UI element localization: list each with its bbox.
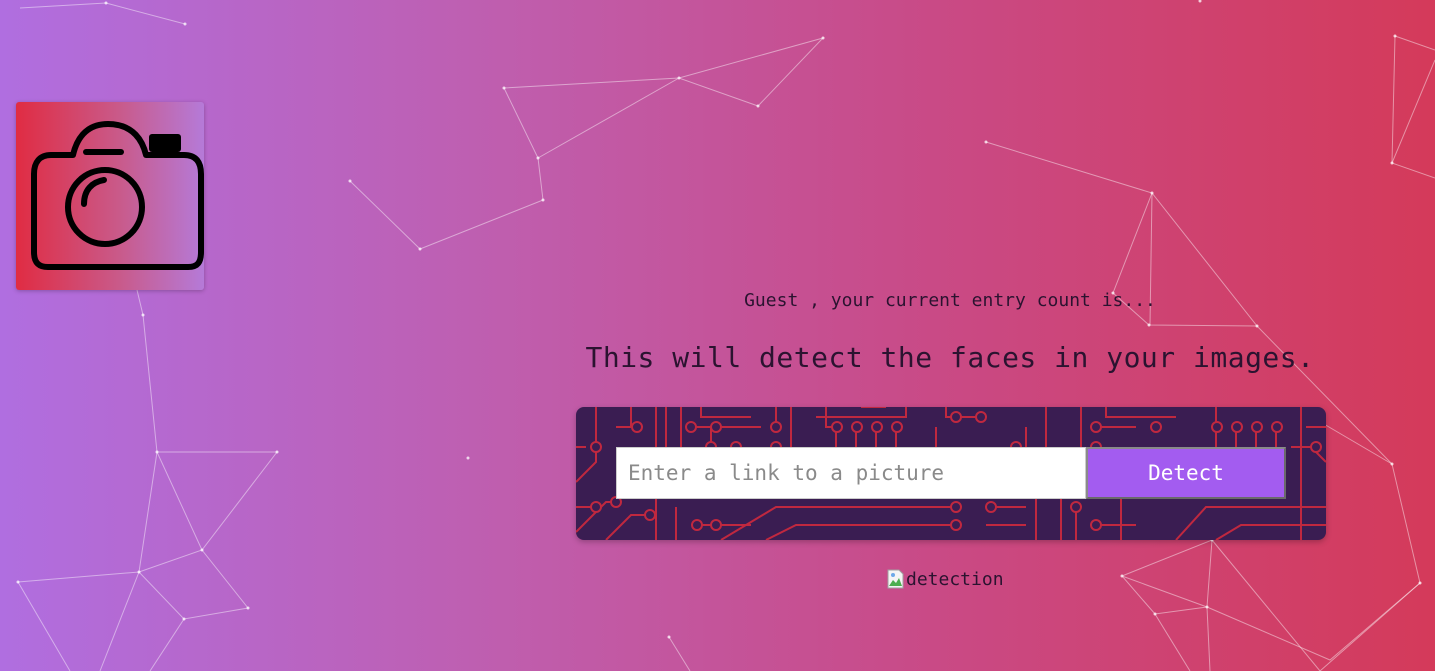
broken-image-icon <box>887 569 904 589</box>
image-link-input[interactable] <box>616 447 1086 499</box>
detect-button[interactable]: Detect <box>1086 447 1286 499</box>
entry-count-text: Guest , your current entry count is... <box>744 290 1156 311</box>
particle-background <box>16 0 1435 671</box>
image-link-form: Detect <box>576 407 1326 540</box>
detection-image: detection <box>887 568 1004 590</box>
camera-icon <box>31 121 204 270</box>
detection-image-alt: detection <box>906 568 1004 590</box>
page-tagline: This will detect the faces in your image… <box>585 341 1315 374</box>
app-logo <box>16 102 204 290</box>
